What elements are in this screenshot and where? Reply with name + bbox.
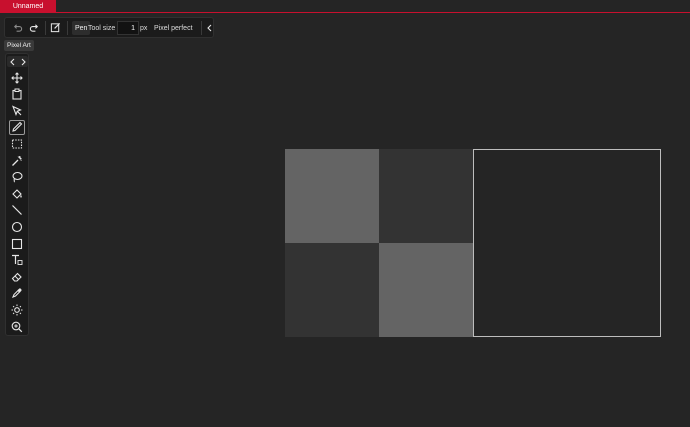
- toolbox: [5, 53, 29, 336]
- canvas-frame[interactable]: [473, 149, 661, 337]
- move-tool[interactable]: [9, 70, 25, 85]
- text-icon: [12, 254, 23, 266]
- undo-icon: [13, 24, 23, 32]
- circle-icon: [11, 221, 23, 232]
- eyedropper-icon: [12, 288, 22, 299]
- checker-cell: [285, 243, 379, 337]
- tab-bar: Unnamed: [0, 0, 690, 13]
- fill-tool[interactable]: [9, 186, 25, 201]
- current-tool-label: Pen: [75, 24, 88, 32]
- undo-button[interactable]: [10, 20, 25, 35]
- rect-select-icon: [11, 139, 23, 149]
- eraser-icon: [11, 272, 22, 282]
- rect-select-tool[interactable]: [9, 136, 25, 151]
- tooltip-text: Pixel Art: [7, 42, 31, 49]
- eraser-tool[interactable]: [9, 269, 25, 284]
- redo-button[interactable]: [27, 20, 42, 35]
- lasso-tool[interactable]: [9, 170, 25, 185]
- magic-wand-icon: [12, 155, 22, 166]
- rectangle-tool[interactable]: [9, 236, 25, 251]
- checker-cell: [379, 149, 473, 243]
- tool-size-value: 1: [131, 24, 135, 32]
- zoom-tool[interactable]: [9, 319, 25, 334]
- text-tool[interactable]: [9, 253, 25, 268]
- edit-button[interactable]: [48, 20, 63, 35]
- line-tool[interactable]: [9, 203, 25, 218]
- zoom-in-icon: [11, 321, 23, 332]
- toolbar-separator: [45, 21, 46, 35]
- checker-cell: [379, 243, 473, 337]
- eyedropper-tool[interactable]: [9, 286, 25, 301]
- tab-label: Unnamed: [12, 2, 44, 10]
- pixel-perfect-label: Pixel perfect: [154, 24, 193, 32]
- pen-tool[interactable]: [9, 119, 25, 135]
- chevron-left-icon: [206, 24, 211, 32]
- select-tool[interactable]: [9, 103, 25, 118]
- pixel-perfect-toggle[interactable]: Pixel perfect: [154, 21, 193, 35]
- toolbar-separator: [201, 21, 202, 35]
- clipboard-icon: [12, 88, 22, 100]
- tool-size-label: Tool size: [88, 24, 116, 32]
- magic-wand-tool[interactable]: [9, 153, 25, 168]
- redo-icon: [29, 24, 39, 32]
- pencil-icon: [12, 122, 23, 133]
- tool-size-unit: px: [140, 24, 148, 32]
- move-icon: [11, 71, 23, 84]
- toolbox-prev-button[interactable]: [7, 56, 17, 67]
- bucket-icon: [12, 188, 22, 199]
- checker-cell: [285, 149, 379, 243]
- toolbar-separator: [67, 21, 68, 35]
- toolbox-next-button[interactable]: [18, 56, 28, 67]
- tab-unnamed[interactable]: Unnamed: [0, 0, 56, 12]
- cursor-icon: [12, 105, 22, 116]
- collapse-options-button[interactable]: [205, 21, 213, 35]
- tool-size-input[interactable]: 1: [117, 21, 139, 35]
- brightness-tool[interactable]: [9, 302, 25, 317]
- layer-tool[interactable]: [9, 87, 25, 102]
- ellipse-tool[interactable]: [9, 219, 25, 234]
- chevron-right-icon: [21, 58, 26, 65]
- drawing-canvas[interactable]: [285, 149, 661, 337]
- square-icon: [11, 238, 23, 249]
- chevron-left-icon: [9, 58, 14, 65]
- toolbox-nav: [7, 56, 28, 67]
- tooltip: Pixel Art: [4, 40, 34, 51]
- sun-icon: [11, 304, 23, 316]
- line-icon: [12, 205, 22, 216]
- tool-options-bar: Pen Tool size 1 px Pixel perfect: [4, 17, 214, 38]
- lasso-icon: [12, 172, 23, 183]
- edit-icon: [50, 22, 61, 33]
